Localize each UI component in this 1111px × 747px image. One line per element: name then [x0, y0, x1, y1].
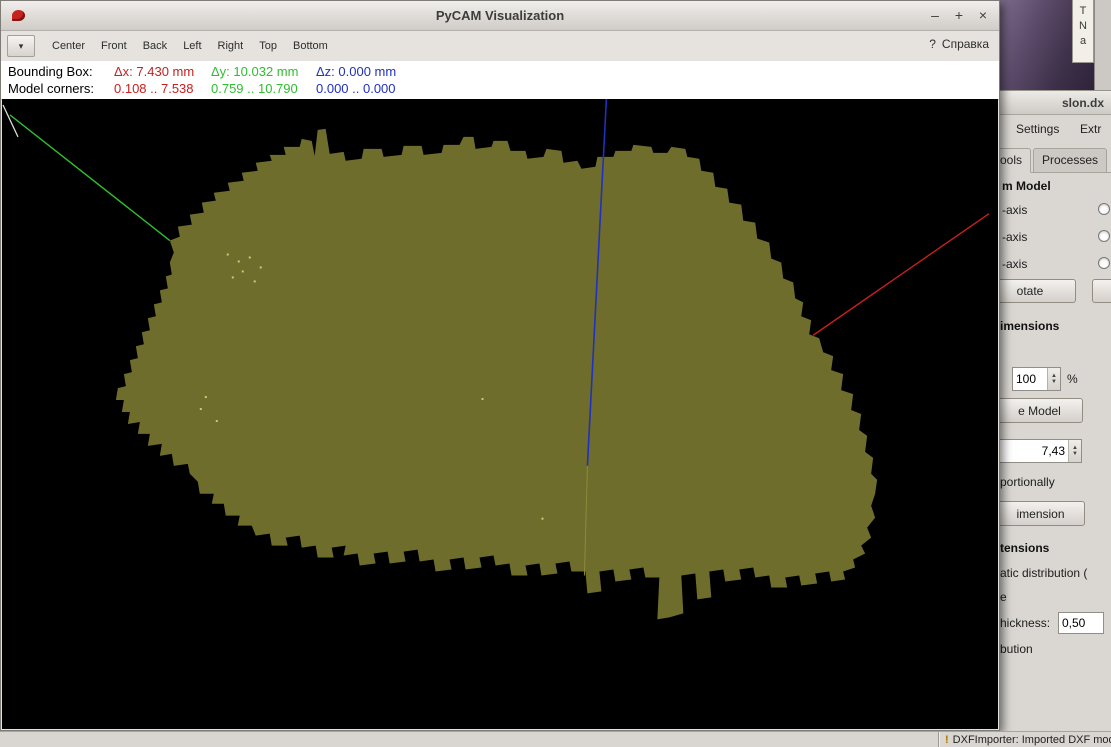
status-message-area: ! DXFImporter: Imported DXF mode	[938, 732, 1111, 747]
view-back-button[interactable]: Back	[136, 35, 174, 57]
view-front-button[interactable]: Front	[94, 35, 134, 57]
delta-y-value: Δy: 10.032 mm	[211, 64, 299, 79]
dock-letter: N	[1079, 20, 1087, 32]
y-axis-label: -axis	[1002, 230, 1028, 244]
delta-x-value: Δx: 7.430 mm	[114, 64, 195, 79]
proportionally-label: portionally	[1000, 475, 1055, 489]
y-axis-line	[9, 114, 171, 242]
panel-button-fragment[interactable]	[1092, 279, 1111, 303]
desktop: T N a slon.dx Settings Extr ools Process…	[0, 0, 1111, 747]
z-axis-label: -axis	[1002, 257, 1028, 271]
close-button[interactable]: ×	[975, 6, 991, 24]
vertical-dock: T N a	[1072, 0, 1094, 63]
3d-viewport[interactable]	[2, 99, 998, 729]
warning-icon: !	[945, 734, 949, 746]
extensions-section: tensions	[1000, 541, 1050, 555]
pycam-visualization-window: PyCAM Visualization – + × ▾ Center Front…	[0, 0, 1000, 731]
window-title: PyCAM Visualization	[435, 8, 565, 23]
titlebar[interactable]: PyCAM Visualization – + ×	[1, 1, 999, 31]
thickness-input[interactable]	[1058, 612, 1104, 634]
x-axis-line	[812, 213, 990, 336]
help-button[interactable]: ? Справка	[929, 37, 989, 51]
status-message: DXFImporter: Imported DXF mode	[952, 734, 1111, 746]
scale-dimension-button[interactable]: imension	[1000, 501, 1085, 526]
transform-model-section: m Model	[1002, 179, 1051, 193]
spinner-arrows-icon[interactable]: ▲ ▼	[1047, 368, 1060, 390]
help-icon: ?	[929, 37, 936, 51]
chevron-down-icon: ▾	[18, 40, 24, 51]
tab-tools[interactable]: ools	[1000, 148, 1031, 173]
view-bottom-button[interactable]: Bottom	[286, 35, 335, 57]
thickness-label: hickness:	[1000, 616, 1051, 630]
tab-processes[interactable]: Processes	[1033, 148, 1108, 173]
view-left-button[interactable]: Left	[176, 35, 208, 57]
minimize-button[interactable]: –	[927, 6, 943, 24]
desktop-wallpaper: T N a	[1000, 0, 1111, 90]
view-right-button[interactable]: Right	[211, 35, 251, 57]
main-window-title[interactable]: slon.dx	[1000, 91, 1111, 115]
rotate-button[interactable]: otate	[1000, 279, 1076, 303]
scale-percent-input[interactable]	[1013, 368, 1047, 390]
edge-label: e	[1000, 590, 1007, 604]
z-range-value: 0.000 .. 0.000	[316, 81, 396, 96]
view-top-button[interactable]: Top	[252, 35, 284, 57]
dimensions-section: imensions	[1000, 319, 1060, 333]
view-center-button[interactable]: Center	[45, 35, 92, 57]
dxf-model-shape	[115, 128, 878, 620]
maximize-button[interactable]: +	[951, 6, 967, 24]
corner-marker-line	[2, 104, 19, 138]
automatic-distribution-label: atic distribution (	[1000, 566, 1088, 580]
scale-model-button[interactable]: e Model	[1000, 398, 1083, 423]
window-controls: – + ×	[927, 6, 991, 24]
y-axis-radio[interactable]	[1098, 230, 1110, 242]
dimension-input[interactable]	[1000, 440, 1068, 462]
bounding-box-label: Bounding Box:	[8, 64, 93, 79]
x-axis-radio[interactable]	[1098, 203, 1110, 215]
model-corners-label: Model corners:	[8, 81, 94, 96]
spinner-arrows-icon[interactable]: ▲ ▼	[1068, 440, 1081, 462]
menu-extras[interactable]: Extr	[1080, 122, 1101, 136]
view-toolbar: ▾ Center Front Back Left Right Top Botto…	[1, 31, 999, 61]
pycam-main-window: slon.dx Settings Extr ools Processes m M…	[1000, 90, 1111, 731]
help-label: Справка	[941, 37, 989, 51]
z-axis-radio[interactable]	[1098, 257, 1110, 269]
y-range-value: 0.759 .. 10.790	[211, 81, 298, 96]
x-range-value: 0.108 .. 7.538	[114, 81, 194, 96]
model-render	[2, 99, 990, 620]
status-bar: ! DXFImporter: Imported DXF mode	[0, 731, 1111, 747]
panel-tabs: ools Processes	[1000, 143, 1111, 173]
scrollbar-strip[interactable]	[1094, 0, 1111, 90]
distribution-label: bution	[1000, 642, 1033, 656]
dock-letter: T	[1079, 5, 1087, 17]
delta-z-value: Δz: 0.000 mm	[316, 64, 397, 79]
view-dropdown-button[interactable]: ▾	[7, 35, 35, 57]
scale-percent-spinbox[interactable]: ▲▼	[1012, 367, 1061, 391]
x-axis-label: -axis	[1002, 203, 1028, 217]
model-info-bar: Bounding Box: Δx: 7.430 mm Δy: 10.032 mm…	[1, 61, 999, 100]
menu-settings[interactable]: Settings	[1016, 122, 1059, 136]
percent-label: %	[1067, 372, 1078, 386]
dimension-spinbox[interactable]: ▲▼	[1000, 439, 1082, 463]
dock-letter: a	[1079, 35, 1087, 47]
